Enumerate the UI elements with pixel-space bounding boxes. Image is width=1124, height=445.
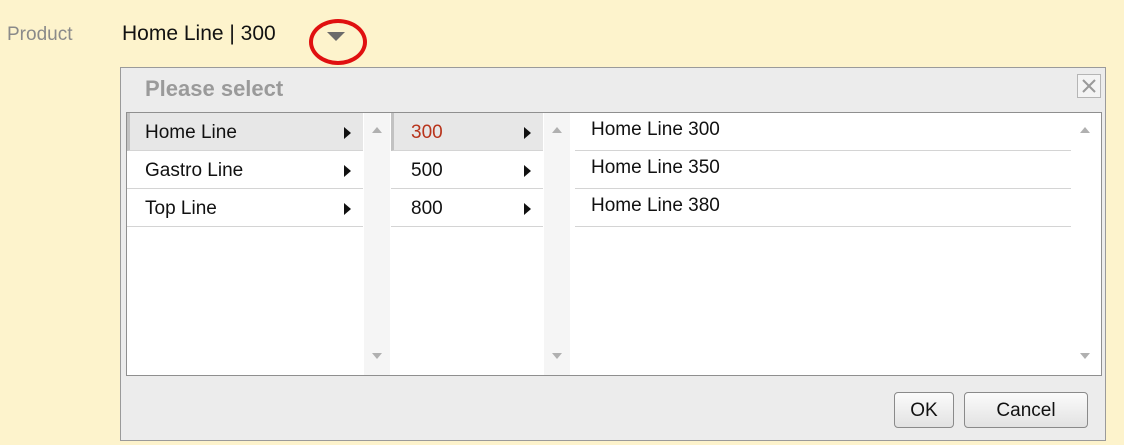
highlight-circle — [309, 19, 367, 65]
list-item-500[interactable]: 500 — [391, 151, 543, 189]
list-item-label: Home Line — [145, 122, 237, 143]
list-item-label: 800 — [411, 198, 443, 219]
list-item-home-line-350[interactable]: Home Line 350 — [575, 151, 1071, 189]
product-label: Product — [7, 24, 73, 45]
scrollbar-model[interactable] — [1072, 113, 1098, 375]
scroll-up-icon[interactable] — [1080, 127, 1090, 133]
list-item-800[interactable]: 800 — [391, 189, 543, 227]
list-item-label: 300 — [411, 122, 443, 143]
dialog-title: Please select — [145, 76, 284, 101]
list-item-gastro-line[interactable]: Gastro Line — [127, 151, 363, 189]
list-item-top-line[interactable]: Top Line — [127, 189, 363, 227]
product-field: Product Home Line | 300 — [0, 0, 1124, 70]
scroll-down-icon[interactable] — [1080, 353, 1090, 359]
chevron-right-icon — [524, 203, 531, 215]
chevron-right-icon — [344, 165, 351, 177]
list-item-label: 500 — [411, 160, 443, 181]
list-item-home-line[interactable]: Home Line — [127, 113, 363, 151]
ok-button[interactable]: OK — [894, 392, 954, 428]
close-button[interactable] — [1077, 74, 1101, 98]
cancel-button[interactable]: Cancel — [964, 392, 1088, 428]
model-list: Home Line 300 Home Line 350 Home Line 38… — [575, 113, 1071, 375]
scroll-up-icon[interactable] — [552, 127, 562, 133]
list-item-label: Top Line — [145, 198, 217, 219]
product-value[interactable]: Home Line | 300 — [122, 22, 276, 46]
scrollbar-category[interactable] — [364, 113, 390, 375]
list-item-home-line-300[interactable]: Home Line 300 — [575, 113, 1071, 151]
scrollbar-series[interactable] — [544, 113, 570, 375]
scroll-down-icon[interactable] — [552, 353, 562, 359]
ok-button-label: OK — [910, 400, 938, 421]
scroll-up-icon[interactable] — [372, 127, 382, 133]
series-list: 300 500 800 — [391, 113, 543, 375]
list-item-home-line-380[interactable]: Home Line 380 — [575, 189, 1071, 227]
category-list: Home Line Gastro Line Top Line — [127, 113, 363, 375]
list-item-label: Home Line 300 — [591, 119, 720, 140]
chevron-right-icon — [524, 127, 531, 139]
list-item-label: Home Line 380 — [591, 195, 720, 216]
chevron-right-icon — [344, 127, 351, 139]
close-icon — [1082, 79, 1096, 93]
list-item-label: Home Line 350 — [591, 157, 720, 178]
list-item-label: Gastro Line — [145, 160, 244, 181]
select-dialog: Please select Home Line Gastro Line Top … — [120, 67, 1106, 441]
cancel-button-label: Cancel — [996, 400, 1056, 421]
chevron-right-icon — [524, 165, 531, 177]
chevron-right-icon — [344, 203, 351, 215]
scroll-down-icon[interactable] — [372, 353, 382, 359]
cascade-picker: Home Line Gastro Line Top Line 300 500 8… — [126, 112, 1102, 376]
list-item-300[interactable]: 300 — [391, 113, 543, 151]
